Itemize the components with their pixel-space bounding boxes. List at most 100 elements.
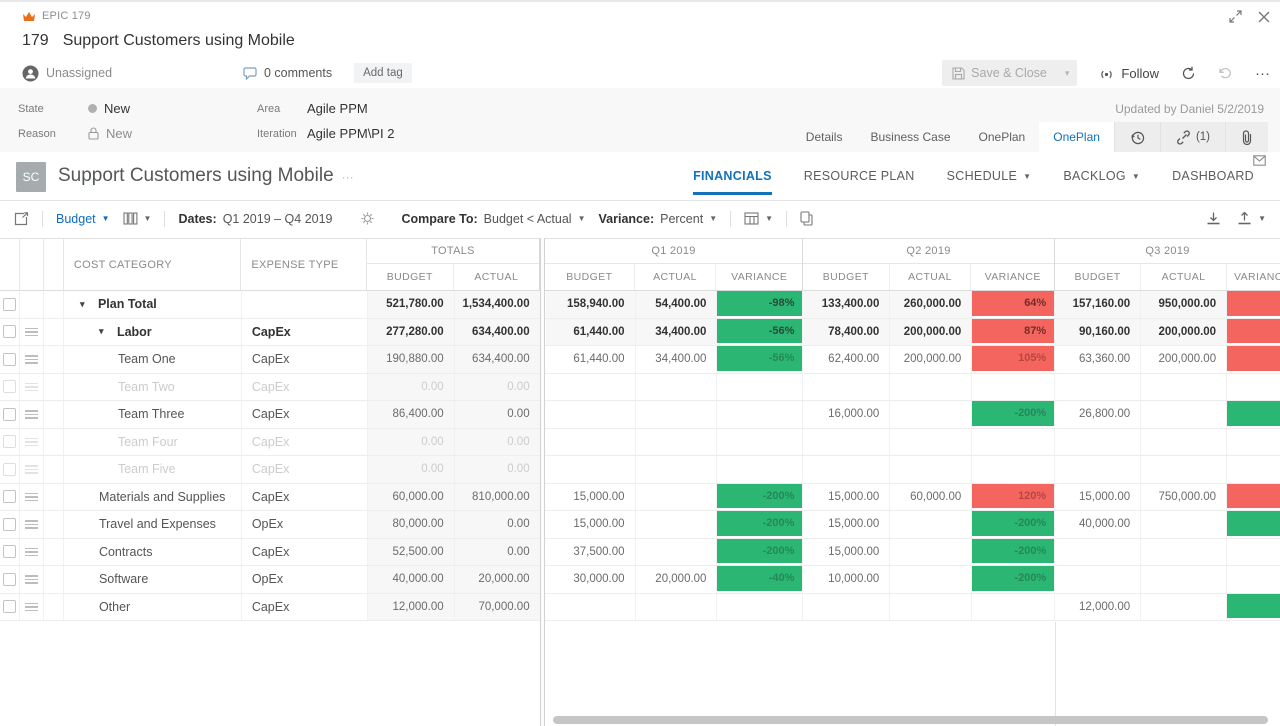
q1-budget-cell[interactable] <box>546 374 636 401</box>
save-and-close-button[interactable]: Save & Close ▾ <box>942 60 1077 86</box>
expense-type-cell[interactable]: CapEx <box>242 484 368 511</box>
q1-budget-cell[interactable]: 158,940.00 <box>546 291 636 318</box>
assignee-field[interactable]: Unassigned <box>22 65 237 82</box>
q3-budget-cell[interactable] <box>1055 539 1141 566</box>
save-options-chevron-icon[interactable]: ▾ <box>1057 68 1078 79</box>
totals-actual-cell[interactable]: 634,400.00 <box>455 319 541 346</box>
totals-actual-cell[interactable]: 0.00 <box>455 511 541 538</box>
totals-budget-cell[interactable]: 12,000.00 <box>368 594 455 621</box>
q1-actual-cell[interactable] <box>636 511 718 538</box>
cost-category-cell[interactable]: ▾Plan Total <box>64 291 242 318</box>
q1-budget-cell[interactable]: 15,000.00 <box>546 484 636 511</box>
q3-actual-cell[interactable]: 200,000.00 <box>1141 319 1227 346</box>
row-menu-icon[interactable] <box>25 493 38 502</box>
q3-actual-cell[interactable] <box>1141 539 1227 566</box>
totals-actual-cell[interactable]: 0.00 <box>455 401 541 428</box>
grid-layout-dropdown[interactable]: ▼ <box>744 212 773 225</box>
q2-actual-cell[interactable] <box>890 539 972 566</box>
row-checkbox[interactable] <box>3 408 16 421</box>
expense-type-cell[interactable]: CapEx <box>242 594 368 621</box>
q3-budget-cell[interactable]: 15,000.00 <box>1055 484 1141 511</box>
row-menu-icon[interactable] <box>25 355 38 364</box>
totals-budget-cell[interactable]: 0.00 <box>368 429 455 456</box>
cost-category-cell[interactable]: Team One <box>64 346 242 373</box>
totals-actual-cell[interactable]: 70,000.00 <box>455 594 541 621</box>
tab-schedule[interactable]: SCHEDULE▼ <box>947 169 1032 195</box>
q2-budget-cell[interactable]: 15,000.00 <box>803 539 890 566</box>
plan-title-more-icon[interactable]: ··· <box>342 170 354 184</box>
cost-category-cell[interactable]: Materials and Supplies <box>64 484 242 511</box>
q3-budget-cell[interactable]: 40,000.00 <box>1055 511 1141 538</box>
q3-budget-cell[interactable]: 90,160.00 <box>1055 319 1141 346</box>
refresh-icon[interactable] <box>1181 66 1196 81</box>
q3-budget-cell[interactable]: 12,000.00 <box>1055 594 1141 621</box>
row-checkbox[interactable] <box>3 573 16 586</box>
totals-actual-cell[interactable]: 634,400.00 <box>455 346 541 373</box>
q3-actual-cell[interactable] <box>1141 511 1227 538</box>
row-menu-icon[interactable] <box>25 383 38 392</box>
q1-budget-cell[interactable] <box>546 456 636 483</box>
dates-selector[interactable]: Dates: Q1 2019 – Q4 2019 <box>178 212 332 226</box>
totals-actual-cell[interactable]: 0.00 <box>455 429 541 456</box>
totals-budget-cell[interactable]: 0.00 <box>368 374 455 401</box>
q2-budget-cell[interactable] <box>803 429 890 456</box>
row-menu-icon[interactable] <box>25 438 38 447</box>
q3-budget-cell[interactable]: 157,160.00 <box>1055 291 1141 318</box>
totals-budget-cell[interactable]: 40,000.00 <box>368 566 455 593</box>
q3-actual-cell[interactable]: 200,000.00 <box>1141 346 1227 373</box>
row-checkbox[interactable] <box>3 600 16 613</box>
more-options-button[interactable]: ··· <box>1255 65 1270 82</box>
q3-actual-cell[interactable]: 750,000.00 <box>1141 484 1227 511</box>
follow-button[interactable]: Follow <box>1099 66 1159 81</box>
q2-actual-cell[interactable] <box>890 566 972 593</box>
q1-budget-cell[interactable]: 15,000.00 <box>546 511 636 538</box>
q1-actual-cell[interactable]: 54,400.00 <box>636 291 718 318</box>
row-checkbox[interactable] <box>3 325 16 338</box>
q3-actual-cell[interactable] <box>1141 456 1227 483</box>
q2-actual-cell[interactable] <box>890 511 972 538</box>
totals-actual-cell[interactable]: 0.00 <box>455 374 541 401</box>
q2-budget-cell[interactable]: 133,400.00 <box>803 291 890 318</box>
tab-oneplan-2[interactable]: OnePlan <box>1039 122 1114 152</box>
tab-details[interactable]: Details <box>792 122 857 152</box>
q2-budget-cell[interactable] <box>803 456 890 483</box>
row-menu-icon[interactable] <box>25 603 38 612</box>
tab-resource-plan[interactable]: RESOURCE PLAN <box>804 169 915 195</box>
q1-actual-cell[interactable]: 20,000.00 <box>636 566 718 593</box>
expense-type-cell[interactable]: CapEx <box>242 319 368 346</box>
q1-actual-cell[interactable] <box>636 456 718 483</box>
export-dropdown[interactable]: ▼ <box>1237 211 1266 226</box>
row-checkbox[interactable] <box>3 298 16 311</box>
totals-budget-cell[interactable]: 521,780.00 <box>368 291 455 318</box>
q2-budget-cell[interactable]: 10,000.00 <box>803 566 890 593</box>
q2-actual-cell[interactable] <box>890 429 972 456</box>
row-checkbox[interactable] <box>3 435 16 448</box>
q2-actual-cell[interactable] <box>890 594 972 621</box>
q2-actual-cell[interactable]: 200,000.00 <box>890 319 972 346</box>
totals-actual-cell[interactable]: 810,000.00 <box>455 484 541 511</box>
q1-budget-cell[interactable] <box>546 594 636 621</box>
q1-budget-cell[interactable]: 30,000.00 <box>546 566 636 593</box>
compare-to-dropdown[interactable]: Compare To: Budget < Actual ▼ <box>402 212 586 226</box>
q3-actual-cell[interactable] <box>1141 429 1227 456</box>
tab-financials[interactable]: FINANCIALS <box>693 169 772 195</box>
row-checkbox[interactable] <box>3 490 16 503</box>
tab-links[interactable]: (1) <box>1160 122 1225 152</box>
q3-budget-cell[interactable] <box>1055 374 1141 401</box>
totals-budget-cell[interactable]: 190,880.00 <box>368 346 455 373</box>
expense-type-cell[interactable]: CapEx <box>242 346 368 373</box>
q1-budget-cell[interactable]: 61,440.00 <box>546 319 636 346</box>
q1-budget-cell[interactable] <box>546 401 636 428</box>
cost-category-cell[interactable]: Team Three <box>64 401 242 428</box>
q2-budget-cell[interactable]: 78,400.00 <box>803 319 890 346</box>
row-menu-icon[interactable] <box>25 328 38 337</box>
q2-actual-cell[interactable]: 260,000.00 <box>890 291 972 318</box>
cost-category-cell[interactable]: Team Four <box>64 429 242 456</box>
import-icon[interactable] <box>1206 211 1221 226</box>
tab-attachments[interactable] <box>1225 122 1268 152</box>
collapse-arrow-icon[interactable]: ▾ <box>80 299 98 310</box>
variance-dropdown[interactable]: Variance: Percent ▼ <box>599 212 718 226</box>
close-icon[interactable] <box>1258 11 1270 23</box>
expense-type-cell[interactable]: OpEx <box>242 511 368 538</box>
comments-button[interactable]: 0 comments <box>243 66 332 80</box>
